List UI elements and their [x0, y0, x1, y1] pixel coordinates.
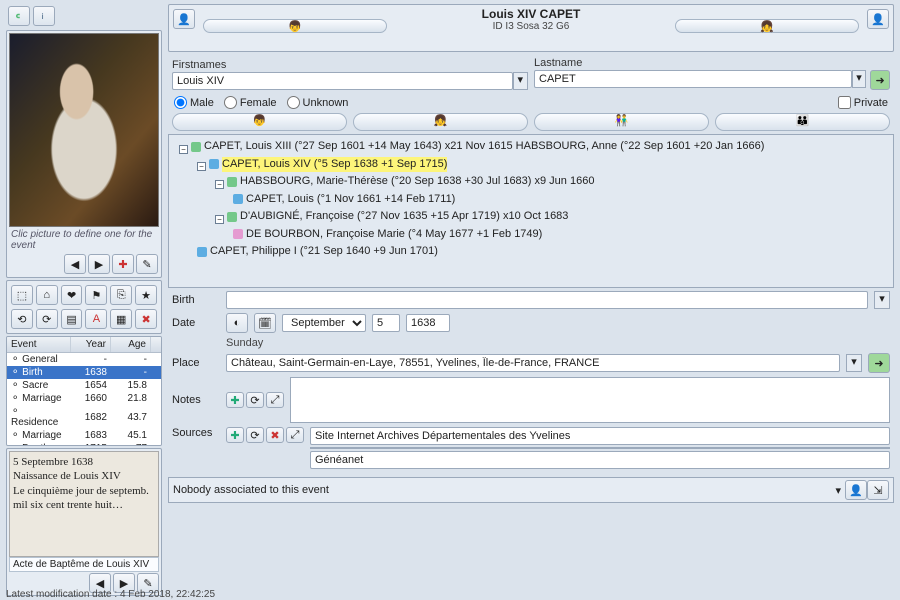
tab-couple[interactable]: 👫 — [534, 113, 709, 131]
notes-label: Notes — [172, 394, 220, 406]
year-input[interactable] — [406, 314, 450, 332]
tool-b[interactable]: ⌂ — [36, 285, 58, 305]
male-icon: 👦 — [289, 16, 301, 36]
weekday-label: Sunday — [226, 337, 263, 349]
person-female-icon[interactable]: 👤 — [867, 9, 889, 29]
source-line[interactable] — [310, 427, 890, 445]
svg-text:i: i — [42, 12, 44, 21]
notes-add-icon[interactable]: ✚ — [226, 392, 244, 408]
event-row-general[interactable]: ⚬ General-- — [7, 353, 161, 366]
link-button[interactable] — [8, 6, 30, 26]
month-select[interactable]: September — [282, 314, 366, 332]
tree-node[interactable]: DE BOURBON, Françoise Marie (°4 May 1677… — [173, 227, 889, 245]
event-row-birth[interactable]: ⚬ Birth1638- — [7, 366, 161, 379]
notes-refresh-icon[interactable]: ⟳ — [246, 392, 264, 408]
lastname-go-button[interactable]: ➜ — [870, 70, 890, 90]
date-picker-icon[interactable]: 🗓 — [254, 313, 276, 333]
lastname-dropdown-icon[interactable]: ▾ — [852, 70, 866, 88]
portrait-add-icon[interactable]: ✚ — [112, 254, 134, 274]
tool-a[interactable]: ⬚ — [11, 285, 33, 305]
event-row-death[interactable]: ⚬ Death171577 — [7, 442, 161, 445]
tree-node[interactable]: −CAPET, Louis XIV (°5 Sep 1638 +1 Sep 17… — [173, 157, 889, 175]
notes-textarea[interactable] — [290, 377, 890, 423]
lastname-input[interactable] — [534, 70, 852, 88]
private-checkbox[interactable]: Private — [838, 96, 888, 109]
date-label: Date — [172, 317, 220, 329]
tree-node[interactable]: CAPET, Louis (°1 Nov 1661 +14 Feb 1711) — [173, 192, 889, 210]
association-bar[interactable]: Nobody associated to this event ▾ 👤 ⇲ — [168, 477, 894, 503]
firstnames-dropdown-icon[interactable]: ▾ — [513, 72, 528, 90]
gender-female-radio[interactable]: Female — [224, 96, 277, 109]
sources-delete-icon[interactable]: ✖ — [266, 427, 284, 443]
section-dropdown-icon[interactable]: ▾ — [874, 291, 890, 309]
tool-g[interactable]: ⟲ — [11, 309, 33, 329]
assoc-a-icon[interactable]: 👤 — [845, 480, 867, 500]
portrait-edit-icon[interactable]: ✎ — [136, 254, 158, 274]
section-label: Birth — [172, 294, 220, 306]
sources-textarea[interactable] — [310, 447, 890, 449]
event-row-residence[interactable]: ⚬ Residence168243.7 — [7, 405, 161, 429]
event-row-marriage[interactable]: ⚬ Marriage168345.1 — [7, 429, 161, 442]
events-list[interactable]: ⚬ General--⚬ Birth1638-⚬ Sacre165415.8⚬ … — [7, 353, 161, 445]
status-bar: Latest modification date : 4 Feb 2018, 2… — [6, 589, 215, 600]
firstnames-label: Firstnames — [172, 59, 528, 71]
notes-expand-icon[interactable]: ⤢ — [266, 392, 284, 408]
tool-h[interactable]: ⟳ — [36, 309, 58, 329]
sources-expand-icon[interactable]: ⤢ — [286, 427, 304, 443]
info-button[interactable]: i — [33, 6, 55, 26]
tool-f[interactable]: ★ — [135, 285, 157, 305]
portrait-play-icon[interactable]: ▶ — [88, 254, 110, 274]
tree-node[interactable]: CAPET, Philippe I (°21 Sep 1640 +9 Jun 1… — [173, 244, 889, 262]
gender-male-radio[interactable]: Male — [174, 96, 214, 109]
female-icon: 👧 — [761, 16, 773, 36]
portrait-caption: Clic picture to define one for the event — [9, 227, 159, 253]
sources-refresh-icon[interactable]: ⟳ — [246, 427, 264, 443]
tab-person-female[interactable]: 👧 — [353, 113, 528, 131]
gender-unknown-radio[interactable]: Unknown — [287, 96, 349, 109]
delete-button[interactable]: ✖ — [135, 309, 157, 329]
place-input[interactable] — [226, 354, 840, 372]
firstnames-input[interactable] — [172, 72, 513, 90]
tree-node[interactable]: −CAPET, Louis XIII (°27 Sep 1601 +14 May… — [173, 139, 889, 157]
family-tree[interactable]: −CAPET, Louis XIII (°27 Sep 1601 +14 May… — [168, 134, 894, 288]
tree-node[interactable]: −HABSBOURG, Marie-Thérèse (°20 Sep 1638 … — [173, 174, 889, 192]
sources-label: Sources — [172, 427, 220, 439]
tool-j[interactable]: A — [85, 309, 107, 329]
place-dropdown-icon[interactable]: ▾ — [846, 354, 862, 372]
tab-family[interactable]: 👪 — [715, 113, 890, 131]
female-ancestor-bar[interactable]: 👧 — [675, 19, 859, 33]
source-line-2[interactable] — [310, 451, 890, 469]
chevron-down-icon: ▾ — [835, 484, 841, 497]
events-header: Event Year Age — [7, 337, 161, 353]
portrait-prev-icon[interactable]: ◀ — [64, 254, 86, 274]
tool-e[interactable]: ⎘ — [110, 285, 132, 305]
document-caption: Acte de Baptême de Louis XIV — [9, 557, 159, 572]
person-male-icon[interactable]: 👤 — [173, 9, 195, 29]
tool-d[interactable]: ⚑ — [85, 285, 107, 305]
day-input[interactable] — [372, 314, 400, 332]
tool-k[interactable]: ▦ — [110, 309, 132, 329]
event-row-sacre[interactable]: ⚬ Sacre165415.8 — [7, 379, 161, 392]
document-image[interactable]: 5 Septembre 1638Naissance de Louis XIVLe… — [9, 451, 159, 557]
tool-c[interactable]: ❤ — [61, 285, 83, 305]
tab-person-male[interactable]: 👦 — [172, 113, 347, 131]
portrait-image[interactable] — [9, 33, 159, 227]
section-input[interactable] — [226, 291, 868, 309]
tool-i[interactable]: ▤ — [61, 309, 83, 329]
place-go-button[interactable]: ➜ — [868, 353, 890, 373]
male-ancestor-bar[interactable]: 👦 — [203, 19, 387, 33]
place-label: Place — [172, 357, 220, 369]
sources-add-icon[interactable]: ✚ — [226, 427, 244, 443]
event-row-marriage[interactable]: ⚬ Marriage166021.8 — [7, 392, 161, 405]
lastname-label: Lastname — [534, 57, 890, 69]
assoc-b-icon[interactable]: ⇲ — [867, 480, 889, 500]
tree-node[interactable]: −D'AUBIGNÉ, Françoise (°27 Nov 1635 +15 … — [173, 209, 889, 227]
calendar-icon[interactable]: ◐ — [226, 313, 248, 333]
